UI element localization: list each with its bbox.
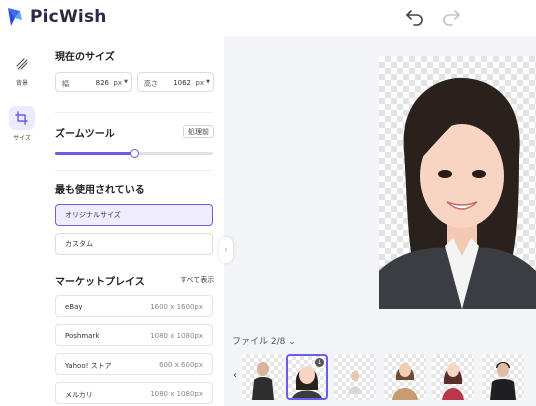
thumbnail-man-dark bbox=[490, 362, 516, 400]
preview-image bbox=[379, 56, 536, 309]
divider bbox=[55, 112, 213, 113]
zoom-tool-title: ズームツール bbox=[55, 129, 115, 140]
thumbnail-item[interactable] bbox=[242, 354, 284, 400]
height-unit: px bbox=[195, 79, 204, 87]
marketplace-item-mercari[interactable]: メルカリ 1080 x 1080px bbox=[55, 382, 213, 404]
thumbnail-woman-uniform bbox=[442, 363, 464, 400]
download-icon[interactable]: ↓ bbox=[315, 358, 324, 367]
picwish-logo-icon bbox=[8, 8, 22, 26]
rail-label-background: 背景 bbox=[15, 80, 28, 87]
zoom-slider-fill bbox=[55, 152, 134, 155]
rail-item-size[interactable]: サイズ bbox=[7, 106, 37, 142]
undo-icon[interactable] bbox=[405, 8, 425, 26]
thumbnail-woman-beige bbox=[392, 363, 418, 400]
thumbnail-item[interactable] bbox=[482, 354, 524, 400]
option-custom[interactable]: カスタム bbox=[55, 233, 213, 255]
background-pattern-icon bbox=[16, 58, 28, 70]
zoom-slider[interactable] bbox=[55, 149, 213, 158]
file-counter-label: ファイル 2/8 bbox=[232, 337, 286, 347]
thumbnail-man-suit bbox=[252, 362, 274, 400]
thumbnail-item-selected[interactable]: ↓ bbox=[286, 354, 328, 400]
current-size-title: 現在のサイズ bbox=[55, 52, 115, 63]
crop-icon bbox=[9, 106, 35, 130]
height-label: 高さ bbox=[144, 80, 158, 88]
width-label: 幅 bbox=[62, 80, 69, 88]
file-counter-dropdown[interactable]: ファイル 2/8 ⌄ bbox=[232, 334, 296, 347]
rail-label-size: サイズ bbox=[13, 135, 31, 142]
marketplace-item-ebay[interactable]: eBay 1600 x 1600px bbox=[55, 295, 213, 317]
redo-icon[interactable] bbox=[441, 8, 461, 26]
marketplace-item-poshmark[interactable]: Poshmark 1080 x 1080px bbox=[55, 324, 213, 346]
thumbnail-prev-icon[interactable]: ‹ bbox=[233, 370, 237, 381]
marketplace-item-dim: 1080 x 1080px bbox=[150, 332, 203, 340]
marketplace-item-dim: 600 x 600px bbox=[159, 361, 203, 369]
most-used-title: 最も使用されている bbox=[55, 185, 145, 196]
width-value: 826 bbox=[95, 79, 109, 87]
canvas-area: ファイル 2/8 ⌄ ‹ ↓ bbox=[224, 36, 536, 406]
marketplace-item-yahoo[interactable]: Yahoo! ストア 600 x 600px bbox=[55, 353, 213, 375]
marketplace-item-name: メルカリ bbox=[65, 391, 93, 399]
portrait-illustration bbox=[379, 77, 536, 309]
logo[interactable]: PicWish bbox=[6, 6, 107, 28]
zoom-slider-thumb[interactable] bbox=[130, 149, 139, 158]
height-field[interactable]: 高さ 1062 px ▼ bbox=[137, 72, 214, 92]
app-window: PicWish 背景 サイズ 現在のサイズ 幅 826 px ▼ 高さ 1062… bbox=[0, 0, 536, 406]
thumbnail-item[interactable] bbox=[432, 354, 474, 400]
thumbnail-item[interactable] bbox=[384, 354, 426, 400]
marketplace-item-dim: 1080 x 1080px bbox=[150, 390, 203, 398]
width-unit-dropdown-icon[interactable]: ▼ bbox=[124, 79, 128, 85]
marketplace-title: マーケットプレイス bbox=[55, 277, 145, 288]
thumbnail-small-person bbox=[348, 371, 362, 394]
rail-item-background[interactable]: 背景 bbox=[7, 51, 37, 87]
before-processing-button[interactable]: 処理前 bbox=[183, 125, 214, 138]
height-value: 1062 bbox=[173, 79, 191, 87]
marketplace-item-name: Yahoo! ストア bbox=[65, 362, 112, 370]
top-bar: PicWish bbox=[0, 0, 536, 36]
height-unit-dropdown-icon[interactable]: ▼ bbox=[206, 79, 210, 85]
show-all-link[interactable]: すべて表示 bbox=[180, 275, 214, 285]
settings-panel: 現在のサイズ 幅 826 px ▼ 高さ 1062 px ▼ ズームツール 処理… bbox=[44, 36, 224, 406]
app-name: PicWish bbox=[30, 7, 107, 27]
width-unit: px bbox=[113, 79, 122, 87]
marketplace-item-dim: 1600 x 1600px bbox=[150, 303, 203, 311]
collapse-panel-icon[interactable]: ‹ bbox=[219, 237, 233, 263]
divider bbox=[55, 170, 213, 171]
marketplace-item-name: Poshmark bbox=[65, 332, 100, 340]
chevron-down-icon: ⌄ bbox=[288, 337, 296, 347]
marketplace-item-name: eBay bbox=[65, 303, 83, 311]
option-original-size[interactable]: オリジナルサイズ bbox=[55, 204, 213, 226]
thumbnail-item[interactable] bbox=[334, 354, 376, 400]
tool-rail: 背景 サイズ bbox=[0, 36, 44, 406]
width-field[interactable]: 幅 826 px ▼ bbox=[55, 72, 132, 92]
